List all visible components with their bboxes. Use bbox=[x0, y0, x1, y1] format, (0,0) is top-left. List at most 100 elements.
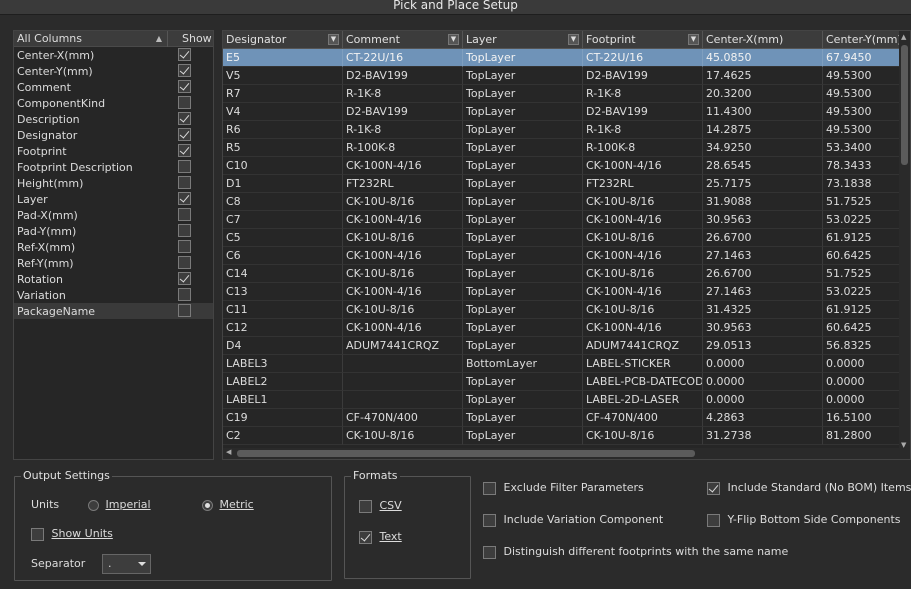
distinguish-footprints-checkbox[interactable]: Distinguish different footprints with th… bbox=[483, 545, 788, 559]
column-header[interactable]: Comment ▼ bbox=[343, 31, 463, 49]
column-list-item[interactable]: Variation bbox=[14, 287, 213, 303]
column-show-checkbox[interactable] bbox=[178, 96, 191, 109]
include-variation-checkbox[interactable]: Include Variation Component bbox=[483, 513, 663, 527]
table-row[interactable]: C12 CK-100N-4/16 TopLayer CK-100N-4/16 30.95… bbox=[223, 319, 910, 337]
vertical-scroll-thumb[interactable] bbox=[901, 45, 908, 165]
column-list-item[interactable]: Pad-X(mm) bbox=[14, 207, 213, 223]
column-show-checkbox[interactable] bbox=[178, 48, 191, 61]
vertical-scrollbar[interactable]: ▲ ▼ bbox=[899, 31, 910, 459]
column-list-item[interactable]: Designator bbox=[14, 127, 213, 143]
scroll-up-icon[interactable]: ▲ bbox=[901, 33, 906, 41]
table-row[interactable]: C11 CK-10U-8/16 TopLayer CK-10U-8/16 31.4325… bbox=[223, 301, 910, 319]
table-row[interactable]: R7 R-1K-8 TopLayer R-1K-8 20.3200 49.5300 bbox=[223, 85, 910, 103]
column-list-item[interactable]: PackageName bbox=[14, 303, 213, 319]
column-header[interactable]: Designator ▼ bbox=[223, 31, 343, 49]
include-standard-box[interactable] bbox=[707, 481, 720, 495]
column-show-checkbox[interactable] bbox=[178, 64, 191, 77]
column-show-checkbox[interactable] bbox=[178, 288, 191, 301]
column-show-checkbox[interactable] bbox=[178, 240, 191, 253]
table-row[interactable]: D1 FT232RL TopLayer FT232RL 25.7175 73.1838 bbox=[223, 175, 910, 193]
column-header[interactable]: Layer ▼ bbox=[463, 31, 583, 49]
metric-label: Metric bbox=[219, 498, 254, 511]
table-row[interactable]: E5 CT-22U/16 TopLayer CT-22U/16 45.0850 67.94… bbox=[223, 49, 910, 67]
column-list-item[interactable]: Footprint Description bbox=[14, 159, 213, 175]
column-list-item[interactable]: Comment bbox=[14, 79, 213, 95]
exclude-filter-box[interactable] bbox=[483, 481, 496, 495]
column-list-item[interactable]: Layer bbox=[14, 191, 213, 207]
column-list-item[interactable]: Center-Y(mm) bbox=[14, 63, 213, 79]
table-row[interactable]: V4 D2-BAV199 TopLayer D2-BAV199 11.4300 49.53… bbox=[223, 103, 910, 121]
column-show-checkbox[interactable] bbox=[178, 144, 191, 157]
table-row[interactable]: C7 CK-100N-4/16 TopLayer CK-100N-4/16 30.956… bbox=[223, 211, 910, 229]
table-row[interactable]: C6 CK-100N-4/16 TopLayer CK-100N-4/16 27.146… bbox=[223, 247, 910, 265]
table-row[interactable]: C10 CK-100N-4/16 TopLayer CK-100N-4/16 28.65… bbox=[223, 157, 910, 175]
scroll-left-icon[interactable]: ◀ bbox=[226, 448, 231, 456]
metric-radio[interactable]: Metric bbox=[202, 498, 254, 511]
filter-icon[interactable]: ▼ bbox=[328, 34, 339, 45]
filter-icon[interactable]: ▼ bbox=[688, 34, 699, 45]
column-show-checkbox[interactable] bbox=[178, 160, 191, 173]
table-row[interactable]: R5 R-100K-8 TopLayer R-100K-8 34.9250 53.3400 bbox=[223, 139, 910, 157]
table-cell: 26.6700 bbox=[703, 229, 823, 247]
column-show-checkbox[interactable] bbox=[178, 80, 191, 93]
yflip-checkbox[interactable]: Y-Flip Bottom Side Components bbox=[707, 513, 901, 527]
separator-select[interactable]: . bbox=[102, 554, 151, 574]
imperial-radio-circle[interactable] bbox=[88, 499, 99, 511]
column-list-item[interactable]: Footprint bbox=[14, 143, 213, 159]
column-list-item[interactable]: Ref-X(mm) bbox=[14, 239, 213, 255]
column-list-item[interactable]: Rotation bbox=[14, 271, 213, 287]
yflip-box[interactable] bbox=[707, 513, 720, 527]
column-show-checkbox[interactable] bbox=[178, 192, 191, 205]
column-header[interactable]: Center-Y(mm) bbox=[823, 31, 900, 49]
include-standard-checkbox[interactable]: Include Standard (No BOM) Items bbox=[707, 481, 911, 495]
column-item-label: Ref-X(mm) bbox=[17, 240, 76, 254]
column-show-checkbox[interactable] bbox=[178, 176, 191, 189]
text-box[interactable] bbox=[359, 530, 372, 544]
column-list-item[interactable]: Height(mm) bbox=[14, 175, 213, 191]
table-row[interactable]: C2 CK-10U-8/16 TopLayer CK-10U-8/16 31.2738 8… bbox=[223, 427, 910, 445]
column-header[interactable]: Center-X(mm) bbox=[703, 31, 823, 49]
table-row[interactable]: LABEL3 BottomLayer LABEL-STICKER 0.0000 0.00… bbox=[223, 355, 910, 373]
csv-checkbox[interactable]: CSV bbox=[359, 499, 402, 513]
horizontal-scroll-thumb[interactable] bbox=[237, 450, 695, 457]
horizontal-scrollbar[interactable]: ◀ bbox=[223, 448, 901, 459]
text-checkbox[interactable]: Text bbox=[359, 530, 402, 544]
scroll-down-icon[interactable]: ▼ bbox=[901, 441, 906, 449]
table-row[interactable]: C8 CK-10U-8/16 TopLayer CK-10U-8/16 31.9088 5… bbox=[223, 193, 910, 211]
metric-radio-circle[interactable] bbox=[202, 499, 213, 511]
column-list-item[interactable]: Ref-Y(mm) bbox=[14, 255, 213, 271]
table-row[interactable]: C5 CK-10U-8/16 TopLayer CK-10U-8/16 26.6700 6… bbox=[223, 229, 910, 247]
show-units-box[interactable] bbox=[31, 527, 44, 541]
csv-box[interactable] bbox=[359, 499, 372, 513]
column-show-checkbox[interactable] bbox=[178, 112, 191, 125]
show-header[interactable]: Show bbox=[168, 31, 213, 47]
table-row[interactable]: C14 CK-10U-8/16 TopLayer CK-10U-8/16 26.6700… bbox=[223, 265, 910, 283]
filter-icon[interactable]: ▼ bbox=[448, 34, 459, 45]
filter-icon[interactable]: ▼ bbox=[568, 34, 579, 45]
include-variation-box[interactable] bbox=[483, 513, 496, 527]
exclude-filter-checkbox[interactable]: Exclude Filter Parameters bbox=[483, 481, 644, 495]
column-list-item[interactable]: Description bbox=[14, 111, 213, 127]
column-header[interactable]: Footprint ▼ bbox=[583, 31, 703, 49]
show-units-checkbox[interactable]: Show Units bbox=[31, 527, 113, 541]
column-list-item[interactable]: ComponentKind bbox=[14, 95, 213, 111]
distinguish-footprints-box[interactable] bbox=[483, 545, 496, 559]
column-list-item[interactable]: Center-X(mm) bbox=[14, 47, 213, 63]
column-show-checkbox[interactable] bbox=[178, 128, 191, 141]
table-row[interactable]: D4 ADUM7441CRQZ TopLayer ADUM7441CRQZ 29.051… bbox=[223, 337, 910, 355]
table-row[interactable]: R6 R-1K-8 TopLayer R-1K-8 14.2875 49.5300 bbox=[223, 121, 910, 139]
column-list-item[interactable]: Pad-Y(mm) bbox=[14, 223, 213, 239]
table-cell: 26.6700 bbox=[703, 265, 823, 283]
column-show-checkbox[interactable] bbox=[178, 272, 191, 285]
table-row[interactable]: LABEL2 TopLayer LABEL-PCB-DATECODE 0.0000 0.… bbox=[223, 373, 910, 391]
column-show-checkbox[interactable] bbox=[178, 224, 191, 237]
column-show-checkbox[interactable] bbox=[178, 304, 191, 317]
table-row[interactable]: C13 CK-100N-4/16 TopLayer CK-100N-4/16 27.14… bbox=[223, 283, 910, 301]
column-show-checkbox[interactable] bbox=[178, 256, 191, 269]
all-columns-header[interactable]: All Columns ▲ bbox=[14, 30, 168, 47]
table-row[interactable]: C19 CF-470N/400 TopLayer CF-470N/400 4.2863 1… bbox=[223, 409, 910, 427]
imperial-radio[interactable]: Imperial bbox=[88, 498, 151, 511]
column-show-checkbox[interactable] bbox=[178, 208, 191, 221]
table-row[interactable]: V5 D2-BAV199 TopLayer D2-BAV199 17.4625 49.53… bbox=[223, 67, 910, 85]
table-row[interactable]: LABEL1 TopLayer LABEL-2D-LASER 0.0000 0.0000 bbox=[223, 391, 910, 409]
